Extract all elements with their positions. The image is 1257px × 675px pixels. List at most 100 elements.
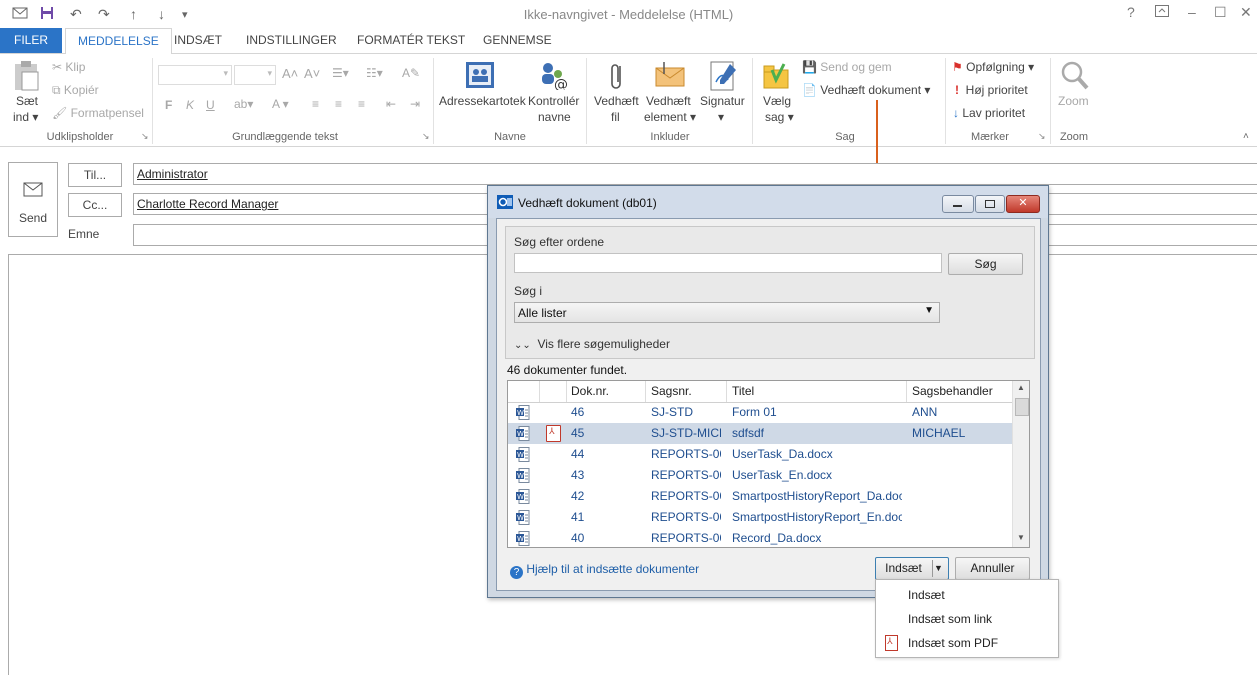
font-color-icon[interactable]: A ▾ <box>272 97 289 111</box>
table-row[interactable]: W 46 SJ-STD Form 01 ANN <box>508 402 1012 423</box>
cc-button[interactable]: Cc... <box>68 193 122 217</box>
menu-item-insert-as-link[interactable]: Indsæt som link <box>908 612 992 626</box>
grid-scrollbar[interactable]: ▲ ▼ <box>1012 381 1029 547</box>
numbering-icon[interactable]: ☷▾ <box>366 66 383 80</box>
clear-format-icon[interactable]: A✎ <box>402 66 420 80</box>
insert-split-button[interactable]: Indsæt ▼ <box>875 557 949 580</box>
word-document-icon: W <box>516 531 530 546</box>
low-priority-button[interactable]: ↓ Lav prioritet <box>953 106 1025 120</box>
close-icon[interactable]: ✕ <box>1240 4 1252 21</box>
format-painter-button[interactable]: 🖌 Formatpensel <box>52 106 144 120</box>
signature-button[interactable] <box>708 60 738 95</box>
attach-item-button[interactable] <box>654 60 686 93</box>
grow-font-icon[interactable]: A˄ <box>282 66 298 81</box>
shrink-font-icon[interactable]: A˅ <box>304 66 320 81</box>
dialog-restore-button[interactable] <box>975 195 1005 213</box>
choose-case-button[interactable] <box>762 60 790 95</box>
table-row[interactable]: W 44 REPORTS-000 UserTask_Da.docx <box>508 444 1012 465</box>
signature-dropdown-icon[interactable]: ▾ <box>718 110 724 124</box>
cell-titel: Form 01 <box>732 405 777 419</box>
cell-titel: SmartpostHistoryReport_En.docx <box>732 510 902 524</box>
cancel-button[interactable]: Annuller <box>955 557 1030 580</box>
send-and-save-button[interactable]: 💾 Send og gem <box>802 60 892 74</box>
table-row[interactable]: W 40 REPORTS-000 Record_Da.docx <box>508 528 1012 547</box>
tab-meddelelse[interactable]: MEDDELELSE <box>65 28 172 55</box>
scroll-up-icon[interactable]: ▲ <box>1017 383 1025 392</box>
to-recipient[interactable]: Administrator <box>137 167 208 181</box>
increase-indent-icon[interactable]: ⇥ <box>410 97 420 111</box>
follow-up-button[interactable]: ⚑ Opfølgning ▾ <box>952 60 1034 74</box>
attach-document-button[interactable]: 📄 Vedhæft dokument ▾ <box>802 83 930 97</box>
cell-titel: UserTask_Da.docx <box>732 447 833 461</box>
font-size-select[interactable]: ▾ <box>234 65 276 85</box>
signature-icon <box>710 61 736 91</box>
tab-indstillinger[interactable]: INDSTILLINGER <box>246 28 337 53</box>
table-row[interactable]: W ⅄ 45 SJ-STD-MICH sdfsdf MICHAEL <box>508 423 1012 444</box>
grid-header: Dok.nr. Sagsnr. Titel Sagsbehandler <box>508 381 1012 403</box>
font-family-select[interactable]: ▾ <box>158 65 232 85</box>
help-icon[interactable]: ? <box>1127 4 1135 20</box>
decrease-indent-icon[interactable]: ⇤ <box>386 97 396 111</box>
copy-button[interactable]: ⧉ Kopiér <box>52 83 99 98</box>
table-row[interactable]: W 43 REPORTS-000 UserTask_En.docx <box>508 465 1012 486</box>
svg-text:W: W <box>517 514 524 522</box>
zoom-button[interactable] <box>1060 60 1090 95</box>
names-group-label: Navne <box>494 131 526 143</box>
tab-formater-tekst[interactable]: FORMATÉR TEKST <box>357 28 465 53</box>
dialog-minimize-button[interactable] <box>942 195 974 213</box>
dialog-launcher-icon[interactable]: ↘ <box>1038 131 1046 142</box>
more-options-toggle[interactable]: ⌄⌄ Vis flere søgemuligheder <box>514 337 670 351</box>
minimize-icon[interactable]: – <box>1188 4 1196 20</box>
tab-indsaet[interactable]: INDSÆT <box>174 28 222 53</box>
column-header-sagsnr[interactable]: Sagsnr. <box>651 384 692 398</box>
dialog-launcher-icon[interactable]: ↘ <box>422 131 430 142</box>
send-button[interactable]: Send <box>8 162 58 237</box>
include-group-label: Inkluder <box>650 131 690 143</box>
search-in-select[interactable]: Alle lister ▼ <box>514 302 940 323</box>
cc-recipient[interactable]: Charlotte Record Manager <box>137 197 278 211</box>
scroll-down-icon[interactable]: ▼ <box>1017 533 1025 542</box>
table-row[interactable]: W 42 REPORTS-000 SmartpostHistoryReport_Da.… <box>508 486 1012 507</box>
bold-button[interactable]: F <box>165 98 172 112</box>
help-link[interactable]: ? Hjælp til at indsætte dokumenter <box>510 562 699 579</box>
paste-button[interactable] <box>12 60 40 95</box>
maximize-icon[interactable]: ☐ <box>1214 4 1227 21</box>
check-names-button[interactable]: @ <box>538 60 570 93</box>
tab-gennemse[interactable]: GENNEMSE <box>483 28 552 53</box>
search-input[interactable] <box>514 253 942 273</box>
tab-filer[interactable]: FILER <box>0 28 63 53</box>
search-button[interactable]: Søg <box>948 253 1023 275</box>
cell-doknr: 43 <box>571 468 585 482</box>
table-row[interactable]: W 41 REPORTS-000 SmartpostHistoryReport_En.… <box>508 507 1012 528</box>
column-header-sagsbehandler[interactable]: Sagsbehandler <box>912 384 993 398</box>
to-button[interactable]: Til... <box>68 163 122 187</box>
italic-button[interactable]: K <box>186 98 194 112</box>
bullets-icon[interactable]: ☰▾ <box>332 66 349 80</box>
underline-button[interactable]: U <box>206 98 215 112</box>
cut-button[interactable]: ✂ Klip <box>52 60 85 74</box>
to-field[interactable]: Administrator <box>133 163 1257 185</box>
menu-item-insert[interactable]: Indsæt <box>908 588 945 602</box>
attach-item-icon <box>655 62 685 87</box>
column-header-doknr[interactable]: Dok.nr. <box>571 384 609 398</box>
attach-file-button[interactable] <box>606 60 628 95</box>
highlight-icon[interactable]: ab▾ <box>234 97 253 111</box>
address-book-button[interactable] <box>464 60 496 93</box>
dialog-close-button[interactable]: ✕ <box>1006 195 1040 213</box>
dialog-body: Søg efter ordene Søg Søg i Alle lister ▼… <box>496 218 1041 591</box>
align-center-icon[interactable]: ≡ <box>335 97 342 111</box>
scroll-thumb[interactable] <box>1015 398 1029 416</box>
insert-dropdown-arrow-icon[interactable]: ▼ <box>934 558 943 579</box>
collapse-ribbon-icon[interactable]: ˄ <box>1243 131 1249 142</box>
insert-menu: Indsæt Indsæt som link ⅄ Indsæt som PDF <box>875 579 1059 658</box>
column-header-titel[interactable]: Titel <box>732 384 754 398</box>
ribbon-display-icon[interactable] <box>1155 4 1169 20</box>
high-priority-button[interactable]: ! Høj prioritet <box>955 83 1028 97</box>
svg-text:W: W <box>517 409 524 417</box>
dropdown-arrow-icon: ▼ <box>924 305 934 316</box>
align-right-icon[interactable]: ≡ <box>358 97 365 111</box>
dialog-launcher-icon[interactable]: ↘ <box>141 131 149 142</box>
align-left-icon[interactable]: ≡ <box>312 97 319 111</box>
menu-item-insert-as-pdf[interactable]: Indsæt som PDF <box>908 636 998 650</box>
insert-button-label[interactable]: Indsæt <box>876 558 931 579</box>
